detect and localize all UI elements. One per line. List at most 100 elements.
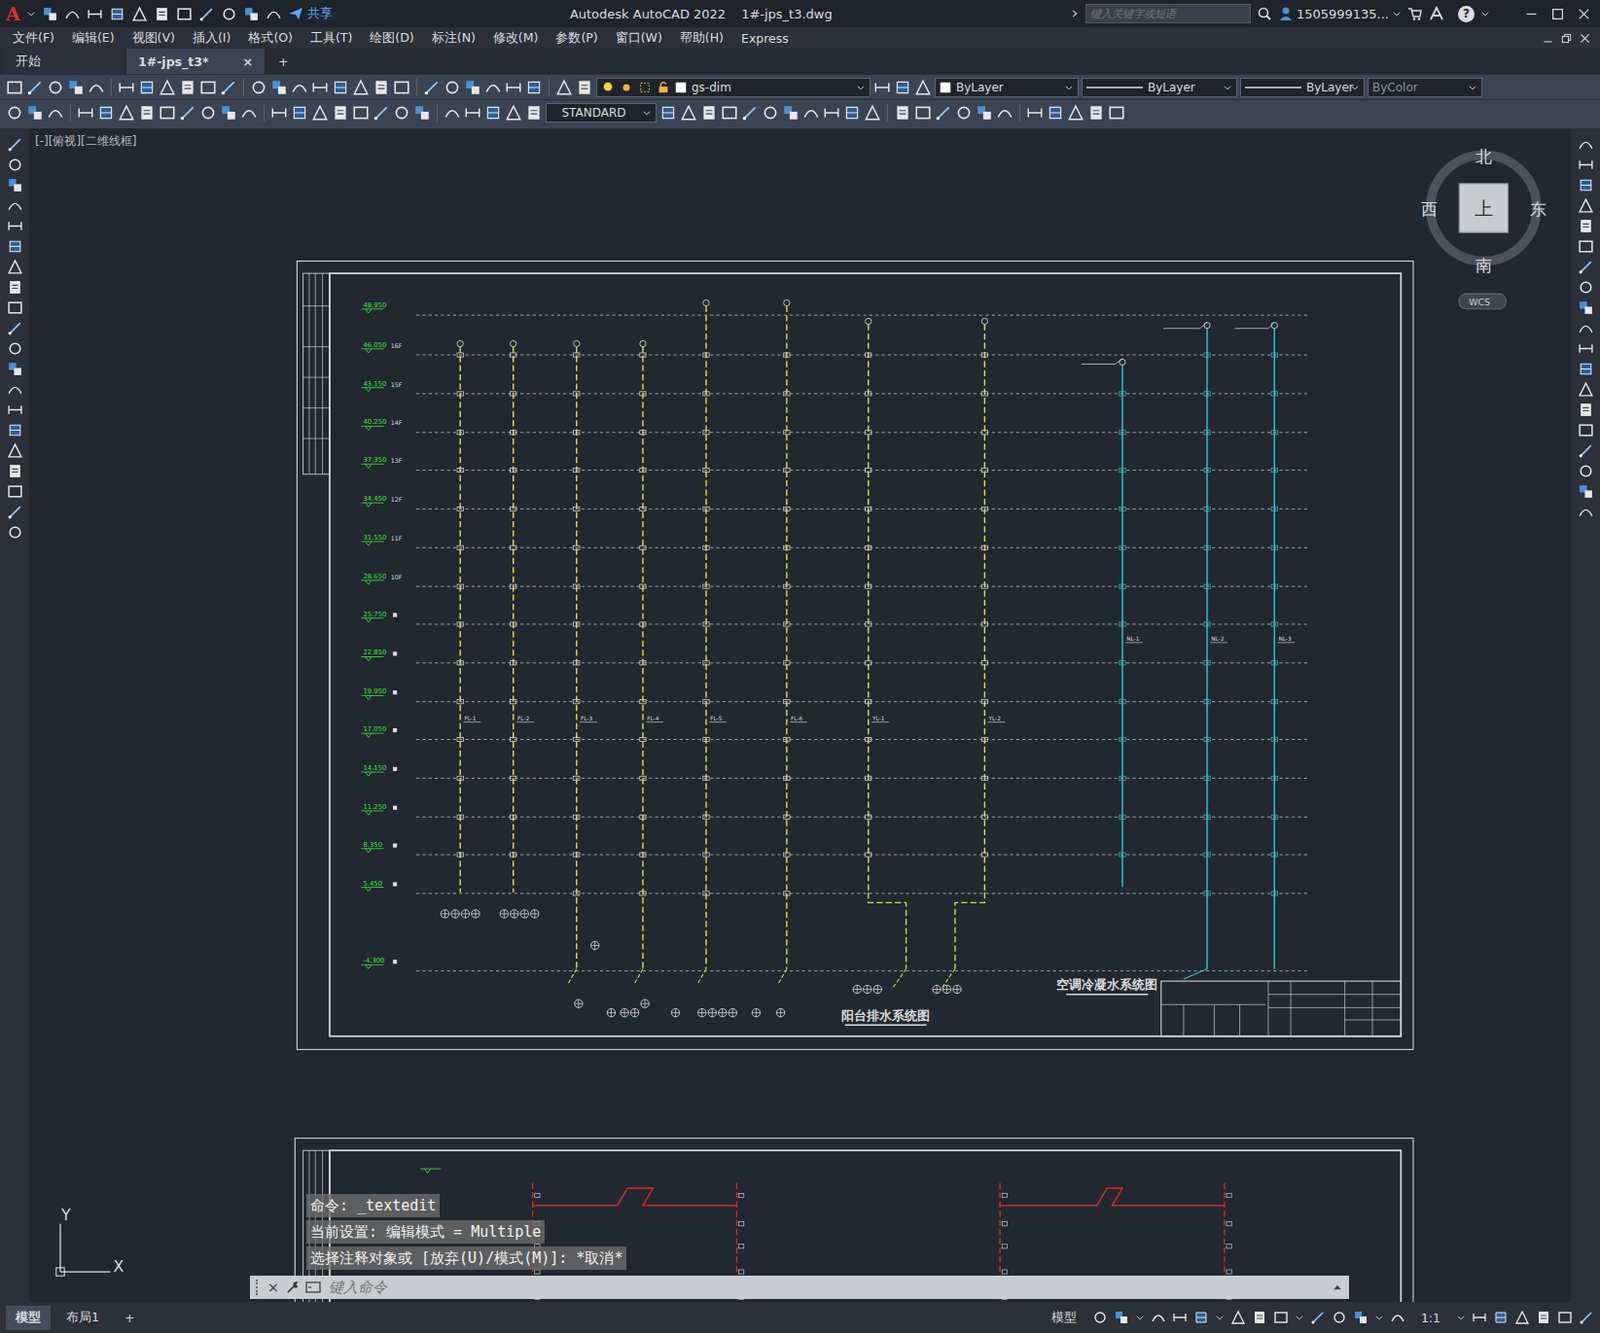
tool-icon[interactable] bbox=[1577, 503, 1595, 521]
pipe-riser[interactable] bbox=[867, 324, 869, 893]
viewcube-north-label[interactable]: 北 bbox=[1475, 146, 1493, 167]
tool-icon[interactable] bbox=[443, 78, 462, 97]
tool-icon[interactable] bbox=[6, 442, 24, 460]
lineweight-dropdown[interactable]: ByLayer bbox=[1240, 77, 1365, 98]
close-icon[interactable] bbox=[1579, 33, 1591, 44]
tool-icon[interactable] bbox=[290, 104, 309, 122]
pipe-riser[interactable] bbox=[1206, 328, 1208, 970]
search-icon[interactable] bbox=[1256, 5, 1273, 22]
menu-item[interactable]: 格式(O) bbox=[239, 28, 302, 49]
tool-icon[interactable] bbox=[392, 78, 411, 97]
dropdown-arrow-icon[interactable] bbox=[855, 82, 866, 93]
command-prompt-icon[interactable] bbox=[305, 1280, 321, 1296]
help-button[interactable]: ? bbox=[1457, 5, 1475, 23]
grip-handle[interactable] bbox=[255, 1280, 262, 1296]
tool-icon[interactable] bbox=[6, 217, 24, 235]
tool-icon[interactable] bbox=[6, 156, 24, 174]
tool-icon[interactable] bbox=[6, 503, 24, 521]
pipe-riser[interactable] bbox=[459, 347, 461, 893]
tool-icon[interactable] bbox=[893, 104, 912, 122]
share-button[interactable]: 共享 bbox=[287, 4, 333, 23]
tool-icon[interactable] bbox=[26, 78, 44, 97]
tool-icon[interactable] bbox=[372, 104, 391, 122]
tool-icon[interactable] bbox=[198, 5, 215, 23]
tool-icon[interactable] bbox=[6, 258, 24, 276]
dropdown-arrow-icon[interactable] bbox=[641, 107, 652, 118]
tool-icon[interactable] bbox=[893, 78, 912, 97]
menu-item[interactable]: 绘图(D) bbox=[360, 28, 423, 49]
tool-icon[interactable] bbox=[463, 104, 482, 122]
tool-icon[interactable] bbox=[6, 483, 24, 500]
tool-icon[interactable] bbox=[1577, 340, 1595, 357]
tool-icon[interactable] bbox=[1578, 1310, 1595, 1326]
pipe-riser[interactable] bbox=[641, 347, 643, 970]
dropdown-arrow-icon[interactable] bbox=[1374, 1313, 1385, 1323]
tool-icon[interactable] bbox=[158, 104, 177, 122]
tool-icon[interactable] bbox=[87, 78, 106, 97]
tool-icon[interactable] bbox=[484, 78, 502, 97]
tool-icon[interactable] bbox=[1107, 104, 1126, 122]
model-space[interactable]: 48.95046.05043.15040.25037.35034.45031.5… bbox=[29, 128, 1571, 1303]
maximize-icon[interactable] bbox=[1551, 7, 1565, 21]
tool-icon[interactable] bbox=[934, 104, 953, 122]
minimize-icon[interactable] bbox=[1542, 33, 1554, 44]
dropdown-arrow-icon[interactable] bbox=[1456, 1313, 1466, 1323]
tool-icon[interactable] bbox=[1577, 197, 1595, 214]
tool-icon[interactable] bbox=[1389, 1310, 1406, 1326]
tool-icon[interactable] bbox=[1471, 1310, 1488, 1326]
viewcube-face[interactable] bbox=[1458, 183, 1508, 233]
tab-close-button[interactable]: × bbox=[243, 54, 253, 70]
new-tab-button[interactable]: + bbox=[266, 48, 300, 74]
tool-icon[interactable] bbox=[1066, 104, 1085, 122]
tool-icon[interactable] bbox=[975, 104, 994, 122]
tool-icon[interactable] bbox=[311, 78, 329, 97]
dropdown-arrow-icon[interactable] bbox=[1294, 1313, 1305, 1323]
tool-icon[interactable] bbox=[219, 78, 238, 97]
tool-icon[interactable] bbox=[6, 136, 24, 153]
tool-icon[interactable] bbox=[1092, 1310, 1108, 1326]
layout-tab[interactable]: 布局1 bbox=[56, 1306, 109, 1331]
menu-item[interactable]: 帮助(H) bbox=[671, 28, 733, 49]
tool-icon[interactable] bbox=[1557, 1310, 1573, 1326]
tool-icon[interactable] bbox=[1577, 177, 1595, 194]
tool-icon[interactable] bbox=[46, 104, 65, 122]
tool-icon[interactable] bbox=[659, 104, 677, 122]
command-close-button[interactable]: × bbox=[267, 1280, 280, 1296]
tool-icon[interactable] bbox=[372, 78, 391, 97]
dropdown-arrow-icon[interactable] bbox=[1214, 1313, 1225, 1323]
restore-icon[interactable] bbox=[1561, 33, 1572, 44]
tool-icon[interactable] bbox=[6, 177, 24, 194]
tool-icon[interactable] bbox=[1310, 1310, 1326, 1326]
tool-icon[interactable] bbox=[6, 422, 24, 439]
model-space-toggle[interactable]: 模型 bbox=[1041, 1306, 1087, 1331]
dropdown-arrow-icon[interactable] bbox=[1064, 82, 1074, 93]
tool-icon[interactable] bbox=[46, 78, 65, 97]
tool-icon[interactable] bbox=[138, 104, 156, 122]
tool-icon[interactable] bbox=[1535, 1310, 1552, 1326]
tool-icon[interactable] bbox=[443, 104, 462, 122]
wrench-icon[interactable] bbox=[284, 1280, 300, 1296]
tool-icon[interactable] bbox=[117, 78, 136, 97]
tool-icon[interactable] bbox=[1577, 360, 1595, 378]
text-style-dropdown[interactable]: STANDARD bbox=[545, 103, 657, 123]
tool-icon[interactable] bbox=[1577, 483, 1595, 500]
app-logo[interactable]: A bbox=[5, 2, 21, 25]
tool-icon[interactable] bbox=[863, 104, 882, 122]
tool-icon[interactable] bbox=[1113, 1310, 1130, 1326]
tool-icon[interactable] bbox=[1577, 279, 1595, 296]
tool-icon[interactable] bbox=[199, 104, 217, 122]
tool-icon[interactable] bbox=[6, 381, 24, 398]
cart-icon[interactable] bbox=[1407, 5, 1423, 22]
tool-icon[interactable] bbox=[1331, 1310, 1348, 1326]
document-tab[interactable]: 1#-jps_t3*× bbox=[126, 48, 265, 74]
tool-icon[interactable] bbox=[392, 104, 411, 122]
menu-item[interactable]: 修改(M) bbox=[484, 28, 548, 49]
viewcube-face-label[interactable]: 上 bbox=[1474, 197, 1494, 219]
tool-icon[interactable] bbox=[955, 104, 973, 122]
menu-item[interactable]: 文件(F) bbox=[3, 28, 64, 49]
menu-item[interactable]: 工具(T) bbox=[301, 28, 361, 49]
tool-icon[interactable] bbox=[6, 279, 24, 296]
tool-icon[interactable] bbox=[6, 524, 24, 541]
tool-icon[interactable] bbox=[504, 104, 523, 122]
add-layout-button[interactable]: + bbox=[114, 1307, 144, 1330]
